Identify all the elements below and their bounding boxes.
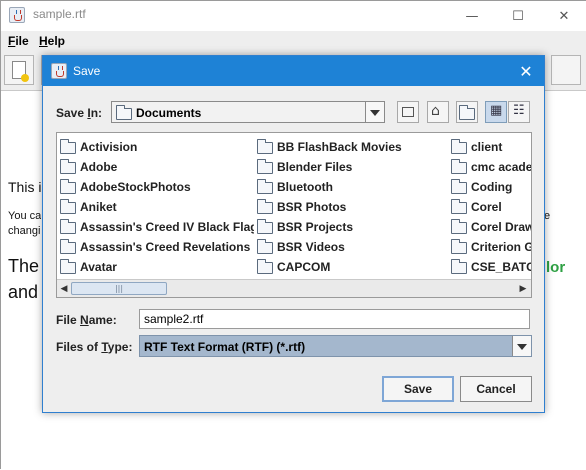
folder-icon — [257, 259, 273, 274]
cancel-button[interactable]: Cancel — [460, 376, 532, 402]
home-icon: ⌂ — [431, 103, 440, 119]
list-item[interactable]: Corel — [449, 197, 531, 217]
list-item[interactable]: client — [449, 137, 531, 157]
file-name-input[interactable] — [140, 310, 529, 328]
home-button[interactable]: ⌂ — [427, 101, 449, 123]
list-item[interactable]: cmc acade — [449, 157, 531, 177]
menu-help[interactable]: Help — [39, 34, 65, 48]
list-view-button[interactable]: ▦ — [485, 101, 507, 123]
file-name-field[interactable] — [139, 309, 530, 329]
list-item[interactable]: CAPCOM — [255, 257, 445, 277]
java-icon — [9, 7, 25, 23]
save-dialog: Save ✕ Save In: Documents ⌂ ▦ ☷ Activisi… — [42, 55, 545, 413]
folder-icon — [116, 105, 132, 120]
new-folder-icon — [459, 105, 475, 120]
dialog-titlebar: Save ✕ — [43, 56, 544, 86]
maximize-icon[interactable]: ☐ — [495, 1, 541, 31]
folder-icon — [451, 239, 467, 254]
horizontal-scrollbar[interactable]: ◀ ||| ▶ — [57, 279, 531, 297]
editor-line: changi — [8, 225, 41, 237]
folder-icon — [60, 139, 76, 154]
list-item[interactable]: Activision — [58, 137, 254, 157]
main-window-title: sample.rtf — [33, 7, 86, 21]
list-item[interactable]: BSR Projects — [255, 217, 445, 237]
folder-icon — [451, 219, 467, 234]
file-type-label: Files of Type: — [56, 340, 133, 354]
folder-icon — [451, 159, 467, 174]
save-in-value: Documents — [136, 106, 202, 120]
folder-icon — [451, 139, 467, 154]
close-icon[interactable]: ✕ — [541, 1, 586, 31]
menubar: File Help — [1, 31, 586, 51]
main-titlebar: sample.rtf — ☐ ✕ — [1, 1, 586, 31]
list-item[interactable]: Corel Draw — [449, 217, 531, 237]
details-view-icon: ☷ — [513, 103, 525, 118]
scrollbar-thumb[interactable]: ||| — [71, 282, 167, 295]
save-in-combo[interactable]: Documents — [111, 101, 385, 123]
folder-icon — [60, 179, 76, 194]
file-type-combo[interactable]: RTF Text Format (RTF) (*.rtf) — [139, 335, 532, 357]
list-item[interactable]: Assassin's Creed Revelations — [58, 237, 254, 257]
list-item[interactable]: AdobeStockPhotos — [58, 177, 254, 197]
menu-file[interactable]: File — [8, 34, 29, 48]
save-button[interactable]: Save — [382, 376, 454, 402]
list-item[interactable]: Coding — [449, 177, 531, 197]
new-document-button[interactable] — [4, 55, 34, 85]
list-item[interactable]: BSR Videos — [255, 237, 445, 257]
folder-icon — [257, 239, 273, 254]
chevron-down-icon[interactable] — [365, 102, 384, 122]
scroll-right-icon[interactable]: ▶ — [516, 281, 530, 296]
chevron-down-icon[interactable] — [512, 336, 531, 356]
folder-icon — [257, 159, 273, 174]
folder-icon — [257, 139, 273, 154]
list-item[interactable]: Criterion G — [449, 237, 531, 257]
folder-icon — [60, 239, 76, 254]
list-item[interactable]: Bluetooth — [255, 177, 445, 197]
folder-icon — [60, 259, 76, 274]
list-item[interactable]: Blender Files — [255, 157, 445, 177]
java-icon — [51, 63, 67, 79]
folder-icon — [257, 219, 273, 234]
close-icon[interactable]: ✕ — [514, 59, 538, 83]
editor-colored-text: lor — [546, 259, 566, 276]
editor-line: The — [8, 256, 40, 276]
folder-icon — [60, 199, 76, 214]
folder-icon — [257, 199, 273, 214]
list-item[interactable]: Assassin's Creed IV Black Flag — [58, 217, 254, 237]
minimize-icon[interactable]: — — [449, 1, 495, 31]
file-type-value: RTF Text Format (RTF) (*.rtf) — [144, 340, 306, 354]
file-list[interactable]: Activision Adobe AdobeStockPhotos Aniket… — [56, 132, 532, 298]
folder-icon — [257, 179, 273, 194]
editor-line: This i — [8, 179, 42, 195]
scroll-left-icon[interactable]: ◀ — [57, 281, 71, 296]
folder-icon — [60, 159, 76, 174]
list-view-icon: ▦ — [490, 103, 503, 118]
new-document-icon — [12, 61, 29, 82]
list-item[interactable]: Avatar — [58, 257, 254, 277]
folder-icon — [60, 219, 76, 234]
grip-icon: ||| — [114, 284, 124, 293]
list-item[interactable]: BB FlashBack Movies — [255, 137, 445, 157]
list-item[interactable]: Adobe — [58, 157, 254, 177]
list-item[interactable]: Aniket — [58, 197, 254, 217]
up-one-level-icon — [402, 107, 414, 117]
file-name-label: File Name: — [56, 313, 117, 327]
toolbar-button[interactable] — [551, 55, 581, 85]
list-item[interactable]: BSR Photos — [255, 197, 445, 217]
editor-line: You ca — [8, 210, 42, 222]
details-view-button[interactable]: ☷ — [508, 101, 530, 123]
editor-line: and — [8, 282, 39, 302]
folder-icon — [451, 259, 467, 274]
list-item[interactable]: CSE_BATC — [449, 257, 531, 277]
dialog-title: Save — [73, 64, 101, 78]
up-one-level-button[interactable] — [397, 101, 419, 123]
folder-icon — [451, 179, 467, 194]
save-in-label: Save In: — [56, 106, 103, 120]
new-folder-button[interactable] — [456, 101, 478, 123]
folder-icon — [451, 199, 467, 214]
